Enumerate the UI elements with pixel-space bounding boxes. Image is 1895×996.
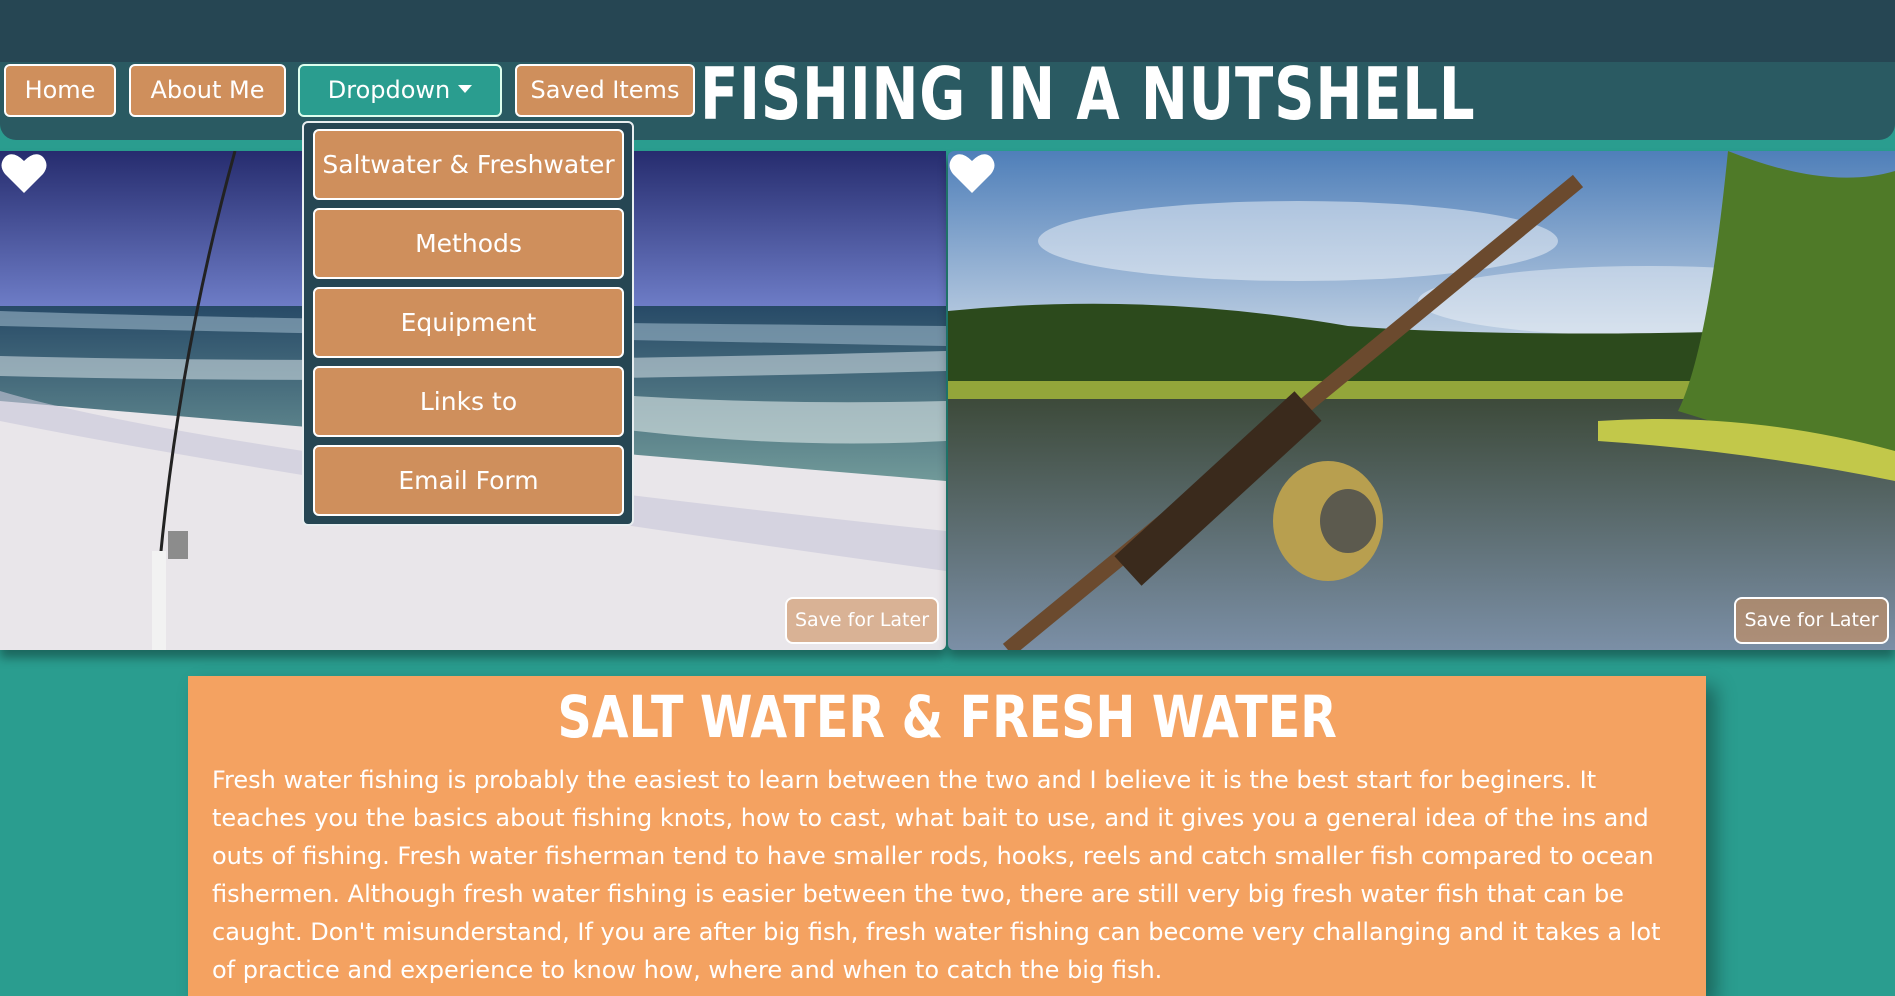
dropdown-item-saltwater-freshwater[interactable]: Saltwater & Freshwater [313,129,624,200]
site-title: FISHING IN A NUTSHELL [700,52,1476,136]
dropdown-item-methods[interactable]: Methods [313,208,624,279]
dropdown-item-equipment[interactable]: Equipment [313,287,624,358]
hero-image-freshwater: Save for Later [948,151,1895,650]
lake-photo [948,151,1895,650]
dropdown-item-links[interactable]: Links to [313,366,624,437]
nav-home-button[interactable]: Home [4,64,116,117]
section-heading: SALT WATER & FRESH WATER [557,683,1337,751]
nav-about-button[interactable]: About Me [129,64,286,117]
caret-down-icon [458,85,473,93]
dropdown-menu: Saltwater & Freshwater Methods Equipment… [302,121,634,526]
nav-dropdown-button[interactable]: Dropdown [298,64,502,117]
heart-icon[interactable] [0,151,48,195]
save-for-later-button[interactable]: Save for Later [785,597,939,644]
content-section: SALT WATER & FRESH WATER Fresh water fis… [188,676,1706,996]
save-for-later-button[interactable]: Save for Later [1734,597,1889,644]
section-body: Fresh water fishing is probably the easi… [212,766,1661,984]
dropdown-item-email-form[interactable]: Email Form [313,445,624,516]
heart-icon[interactable] [948,151,996,195]
nav-dropdown-label: Dropdown [327,76,451,104]
nav-saved-button[interactable]: Saved Items [515,64,695,117]
